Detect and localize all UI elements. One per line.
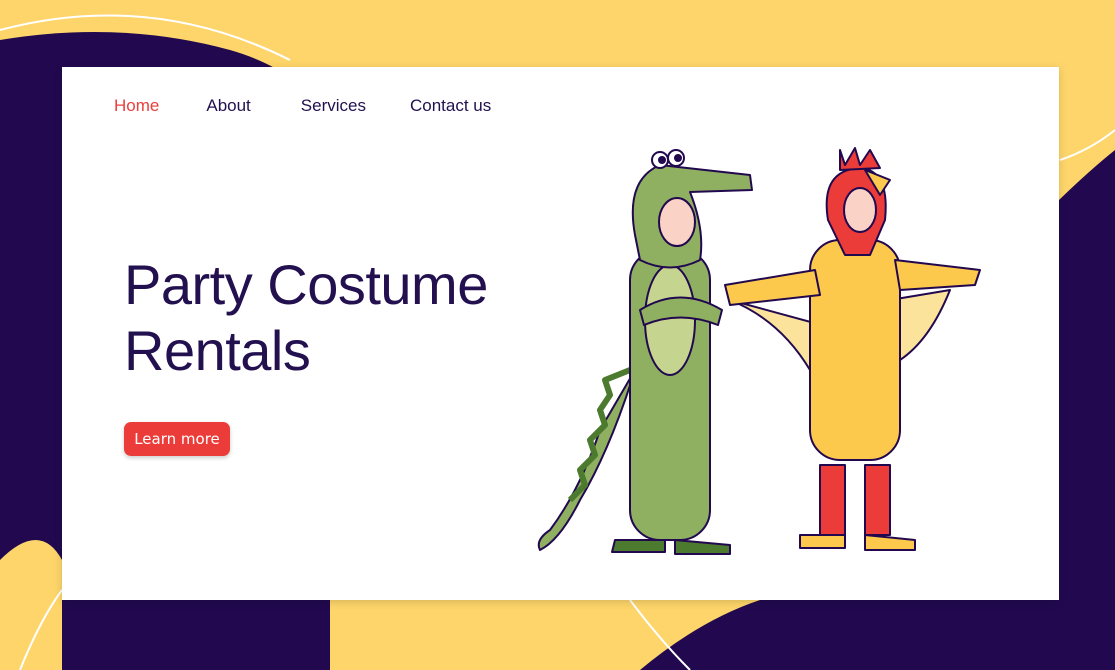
main-nav: Home About Services Contact us bbox=[114, 96, 491, 116]
costume-illustration bbox=[537, 147, 981, 555]
crocodile-costume-figure bbox=[537, 149, 753, 555]
nav-home[interactable]: Home bbox=[114, 96, 159, 116]
nav-services[interactable]: Services bbox=[301, 96, 366, 116]
hero-title-line-2: Rentals bbox=[124, 319, 311, 382]
hero-title: Party Costume Rentals bbox=[124, 252, 488, 384]
chicken-costume-figure bbox=[724, 147, 981, 551]
learn-more-button[interactable]: Learn more bbox=[124, 422, 230, 456]
nav-about[interactable]: About bbox=[206, 96, 250, 116]
hero-title-line-1: Party Costume bbox=[124, 253, 488, 316]
